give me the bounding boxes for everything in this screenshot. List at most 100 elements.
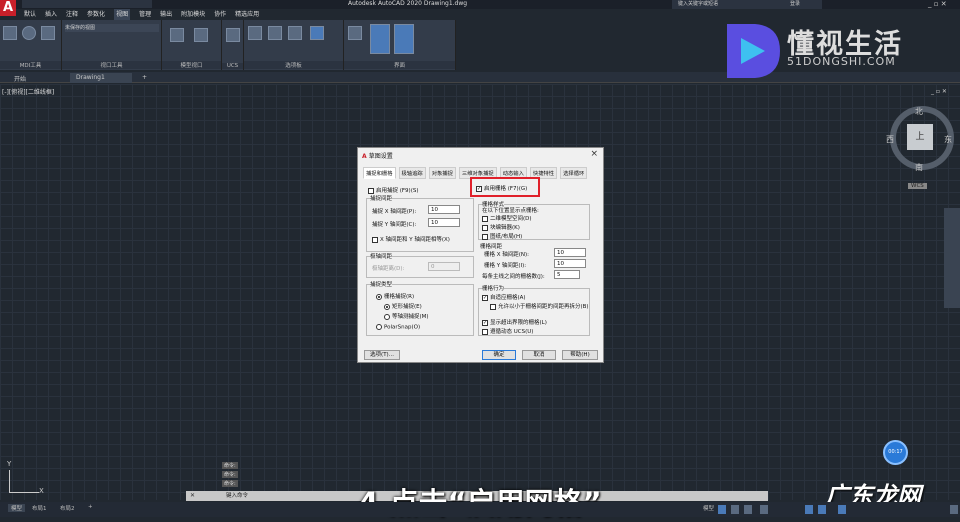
tab-addins[interactable]: 附加模块 — [181, 9, 205, 20]
tab-output[interactable]: 输出 — [160, 9, 172, 20]
customize-menu-icon[interactable] — [950, 505, 958, 514]
join-viewport-icon[interactable] — [194, 28, 208, 42]
polar-toggle-icon[interactable] — [760, 505, 768, 514]
block-editor-checkbox[interactable]: 块编辑器(K) — [482, 223, 520, 231]
major-line-label: 每条主线之间的栅格数(J): — [482, 274, 545, 280]
major-line-stepper[interactable]: 5 — [554, 270, 580, 279]
layout-tab-2[interactable]: 布局2 — [60, 504, 75, 512]
tab-polar-tracking[interactable]: 极轴追踪 — [398, 167, 426, 179]
wcs-menu[interactable]: WCS — [908, 183, 927, 189]
grid-y-input[interactable]: 10 — [554, 259, 586, 268]
tab-view[interactable]: 视图 — [114, 9, 131, 20]
snap-spacing-label: 捕捉间距 — [370, 194, 393, 202]
layout-tab-model[interactable]: 模型 — [8, 504, 26, 512]
switch-windows-icon[interactable] — [348, 26, 362, 40]
snap-on-checkbox[interactable]: 启用捕捉 (F9)(S) — [368, 186, 419, 194]
highlight-box — [470, 177, 540, 197]
autocad-icon: A — [362, 153, 369, 160]
dialog-title: A 草图设置 — [362, 153, 393, 160]
compass-south[interactable]: 南 — [915, 162, 923, 173]
grid-x-input[interactable]: 10 — [554, 248, 586, 257]
tab-selection-cycling[interactable]: 选择循环 — [560, 167, 588, 179]
cancel-button[interactable]: 取消 — [522, 350, 556, 360]
tab-drawing1[interactable]: Drawing1 — [70, 73, 132, 83]
quick-access-toolbar[interactable] — [22, 0, 152, 8]
tab-annotate[interactable]: 注释 — [66, 9, 78, 20]
panel-mdi-tools: MDI工具 — [0, 20, 62, 70]
iso-snap-radio[interactable]: 等轴测捕捉(M) — [384, 312, 429, 320]
design-center-icon[interactable] — [288, 26, 302, 40]
dongshi-logo-icon — [727, 24, 780, 78]
rect-snap-radio[interactable]: 矩形捕捉(E) — [384, 302, 422, 310]
tool-palette-icon[interactable] — [248, 26, 262, 40]
model-space-button[interactable]: 模型 — [703, 504, 714, 512]
sheet-layout-checkbox[interactable]: 图纸/布局(H) — [482, 232, 522, 240]
compass-west[interactable]: 西 — [886, 134, 894, 145]
layout-tab-1[interactable]: 布局1 — [32, 504, 47, 512]
sign-in-button[interactable]: 登录 — [790, 0, 800, 7]
snap-x-label: 捕捉 X 轴间距(P): — [372, 209, 417, 215]
follow-ucs-checkbox[interactable]: 遵循动态 UCS(U) — [482, 327, 533, 335]
polar-snap-radio[interactable]: PolarSnap(O) — [376, 324, 420, 331]
subdivide-checkbox[interactable]: 允许以小于栅格间距的间距再拆分(B) — [490, 302, 589, 310]
command-history-line: 命令: — [222, 480, 238, 487]
window-controls[interactable]: _ ▫ ✕ — [928, 0, 947, 8]
document-tabs: 开始 Drawing1 + — [0, 72, 960, 83]
annotation-scale-icon[interactable] — [838, 505, 846, 514]
snap-y-input[interactable]: 10 — [428, 218, 460, 227]
navigation-bar[interactable] — [944, 208, 960, 308]
file-tabs-icon[interactable] — [370, 24, 390, 54]
ortho-toggle-icon[interactable] — [744, 505, 752, 514]
grid-view-icon[interactable] — [41, 26, 55, 40]
ucs-icon[interactable] — [226, 28, 240, 42]
compass-north[interactable]: 北 — [915, 106, 923, 117]
properties-icon[interactable] — [268, 26, 282, 40]
add-layout-button[interactable]: + — [88, 504, 93, 510]
ribbon-tabs: 默认 插入 注释 参数化 视图 管理 输出 附加模块 协作 精选应用 — [16, 9, 259, 20]
command-history-line: 命令: — [222, 471, 238, 478]
panel-palettes: 选项板 — [244, 20, 344, 70]
tab-default[interactable]: 默认 — [24, 9, 36, 20]
snap-x-input[interactable]: 10 — [428, 205, 460, 214]
ok-button[interactable]: 确定 — [482, 350, 516, 360]
named-view-dropdown[interactable]: 未保存的视图 — [65, 24, 159, 32]
grid-snap-radio[interactable]: 栅格捕捉(R) — [376, 292, 414, 300]
adaptive-grid-checkbox[interactable]: ✓ 自适应栅格(A) — [482, 293, 526, 301]
viewport-window-controls[interactable]: _ ▫ ✕ — [931, 88, 947, 95]
tab-featured-apps[interactable]: 精选应用 — [235, 9, 259, 20]
options-button[interactable]: 选项(T)... — [364, 350, 400, 360]
close-command-icon[interactable]: ✕ — [190, 492, 195, 499]
watermark-url: 51DONGSHI.COM — [787, 55, 896, 68]
tab-manage[interactable]: 管理 — [139, 9, 151, 20]
beyond-limits-checkbox[interactable]: ✓ 显示超出界限的栅格(L) — [482, 318, 547, 326]
tab-start[interactable]: 开始 — [8, 73, 32, 83]
tab-snap-grid[interactable]: 捕捉和栅格 — [363, 167, 396, 179]
tab-parametric[interactable]: 参数化 — [87, 9, 105, 20]
viewport-icon[interactable] — [3, 26, 17, 40]
viewport-config-icon[interactable] — [170, 28, 184, 42]
viewport-controls[interactable]: [-][俯视][二维线框] — [2, 87, 54, 96]
model-space-checkbox[interactable]: 二维模型空间(D) — [482, 214, 532, 222]
grid-behavior-label: 栅格行为 — [482, 284, 505, 292]
viewcube-top-face[interactable]: 上 — [907, 124, 933, 150]
layout-tabs-icon[interactable] — [394, 24, 414, 54]
equal-xy-checkbox[interactable]: X 轴间距和 Y 轴间距相等(X) — [372, 235, 450, 243]
otrack-toggle-icon[interactable] — [818, 505, 826, 514]
grid-toggle-icon[interactable] — [718, 505, 726, 514]
sphere-icon[interactable] — [22, 26, 36, 40]
close-button[interactable]: × — [590, 149, 598, 159]
tab-insert[interactable]: 插入 — [45, 9, 57, 20]
tab-collaborate[interactable]: 协作 — [214, 9, 226, 20]
ribbon: MDI工具 未保存的视图 视口工具 模型视口 UCS 选项板 界面 — [0, 20, 456, 70]
help-button[interactable]: 帮助(H) — [562, 350, 598, 360]
app-menu-button[interactable]: A — [0, 0, 16, 16]
tab-object-snap[interactable]: 对象捕捉 — [428, 167, 456, 179]
osnap-toggle-icon[interactable] — [805, 505, 813, 514]
polar-distance-input[interactable]: 0 — [428, 262, 460, 271]
command-line-icon[interactable] — [310, 26, 324, 40]
snap-toggle-icon[interactable] — [731, 505, 739, 514]
command-history-line: 命令: — [222, 462, 238, 469]
grid-spacing-label: 栅格间距 — [480, 244, 503, 250]
new-tab-button[interactable]: + — [136, 73, 153, 83]
compass-east[interactable]: 东 — [944, 134, 952, 145]
